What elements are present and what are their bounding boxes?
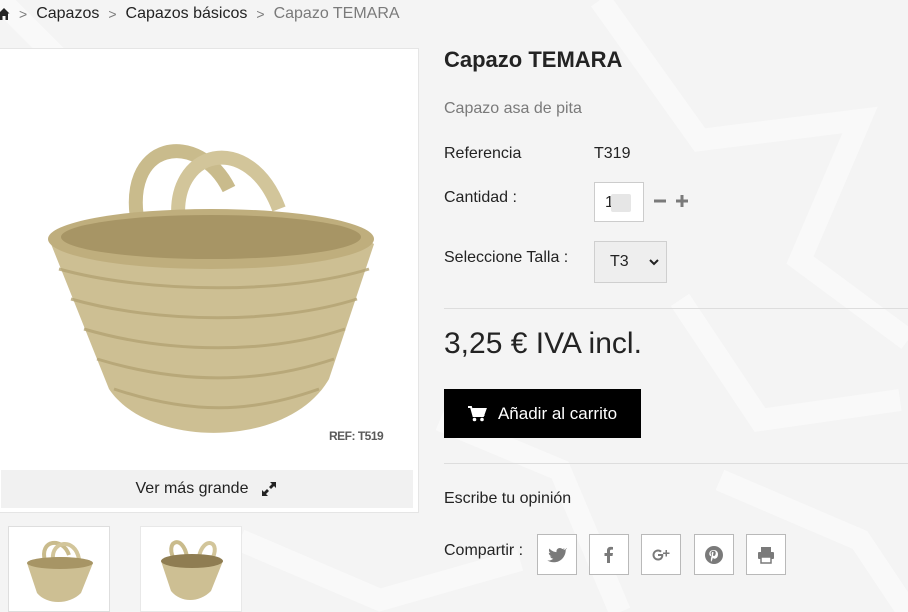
breadcrumb-link-capazos-basicos[interactable]: Capazos básicos	[126, 5, 248, 23]
twitter-icon	[547, 547, 567, 562]
view-larger-label: Ver más grande	[135, 480, 249, 497]
share-print-button[interactable]	[746, 534, 786, 575]
image-ref-text: REF: T519	[329, 429, 384, 443]
minus-icon[interactable]	[653, 194, 667, 208]
pinterest-icon	[705, 545, 723, 564]
write-review-link[interactable]: Escribe tu opinión	[444, 490, 571, 508]
product-image-panel: REF: T519 Ver más grande	[0, 48, 419, 513]
view-larger-button[interactable]: Ver más grande	[1, 470, 413, 508]
size-label: Seleccione Talla :	[444, 249, 569, 266]
thumbnail-image	[161, 540, 223, 600]
cart-icon	[467, 405, 487, 421]
basket-side-thumbnail[interactable]	[140, 526, 242, 612]
size-select[interactable]: T3	[594, 241, 667, 283]
share-facebook-button[interactable]	[589, 534, 629, 575]
breadcrumb-separator: >	[108, 6, 117, 22]
add-to-cart-label: Añadir al carrito	[497, 403, 618, 423]
size-selected-value: T3	[610, 253, 629, 270]
basket-front-thumbnail[interactable]	[8, 526, 110, 612]
breadcrumb-separator: >	[19, 6, 28, 22]
breadcrumb-link-capazos[interactable]: Capazos	[36, 5, 99, 23]
divider	[444, 308, 908, 309]
add-to-cart-button[interactable]: Añadir al carrito	[444, 389, 641, 438]
share-google-plus-button[interactable]	[641, 534, 681, 575]
thumbnail-list	[8, 526, 242, 612]
product-subtitle: Capazo asa de pita	[444, 100, 582, 117]
breadcrumb-current: Capazo TEMARA	[273, 5, 400, 22]
quantity-input[interactable]: 1	[594, 182, 644, 222]
product-title: Capazo TEMARA	[444, 47, 623, 72]
google-plus-icon	[652, 549, 670, 560]
print-icon	[758, 546, 774, 564]
plus-icon[interactable]	[675, 194, 689, 208]
divider	[444, 463, 908, 464]
product-price: 3,25 € IVA incl.	[444, 327, 642, 360]
share-twitter-button[interactable]	[537, 534, 577, 575]
share-label: Compartir :	[444, 542, 524, 559]
reference-label: Referencia	[444, 145, 522, 162]
expand-icon	[262, 482, 277, 496]
quantity-label: Cantidad :	[444, 189, 517, 206]
share-pinterest-button[interactable]	[694, 534, 734, 575]
breadcrumb: > Capazos > Capazos básicos > Capazo TEM…	[0, 4, 400, 24]
quantity-spinner[interactable]	[611, 194, 631, 212]
home-icon[interactable]	[0, 6, 10, 22]
breadcrumb-separator: >	[256, 6, 265, 22]
chevron-down-icon	[649, 259, 659, 266]
facebook-icon	[604, 546, 613, 563]
reference-value: T319	[594, 145, 631, 162]
thumbnail-image	[27, 540, 93, 602]
